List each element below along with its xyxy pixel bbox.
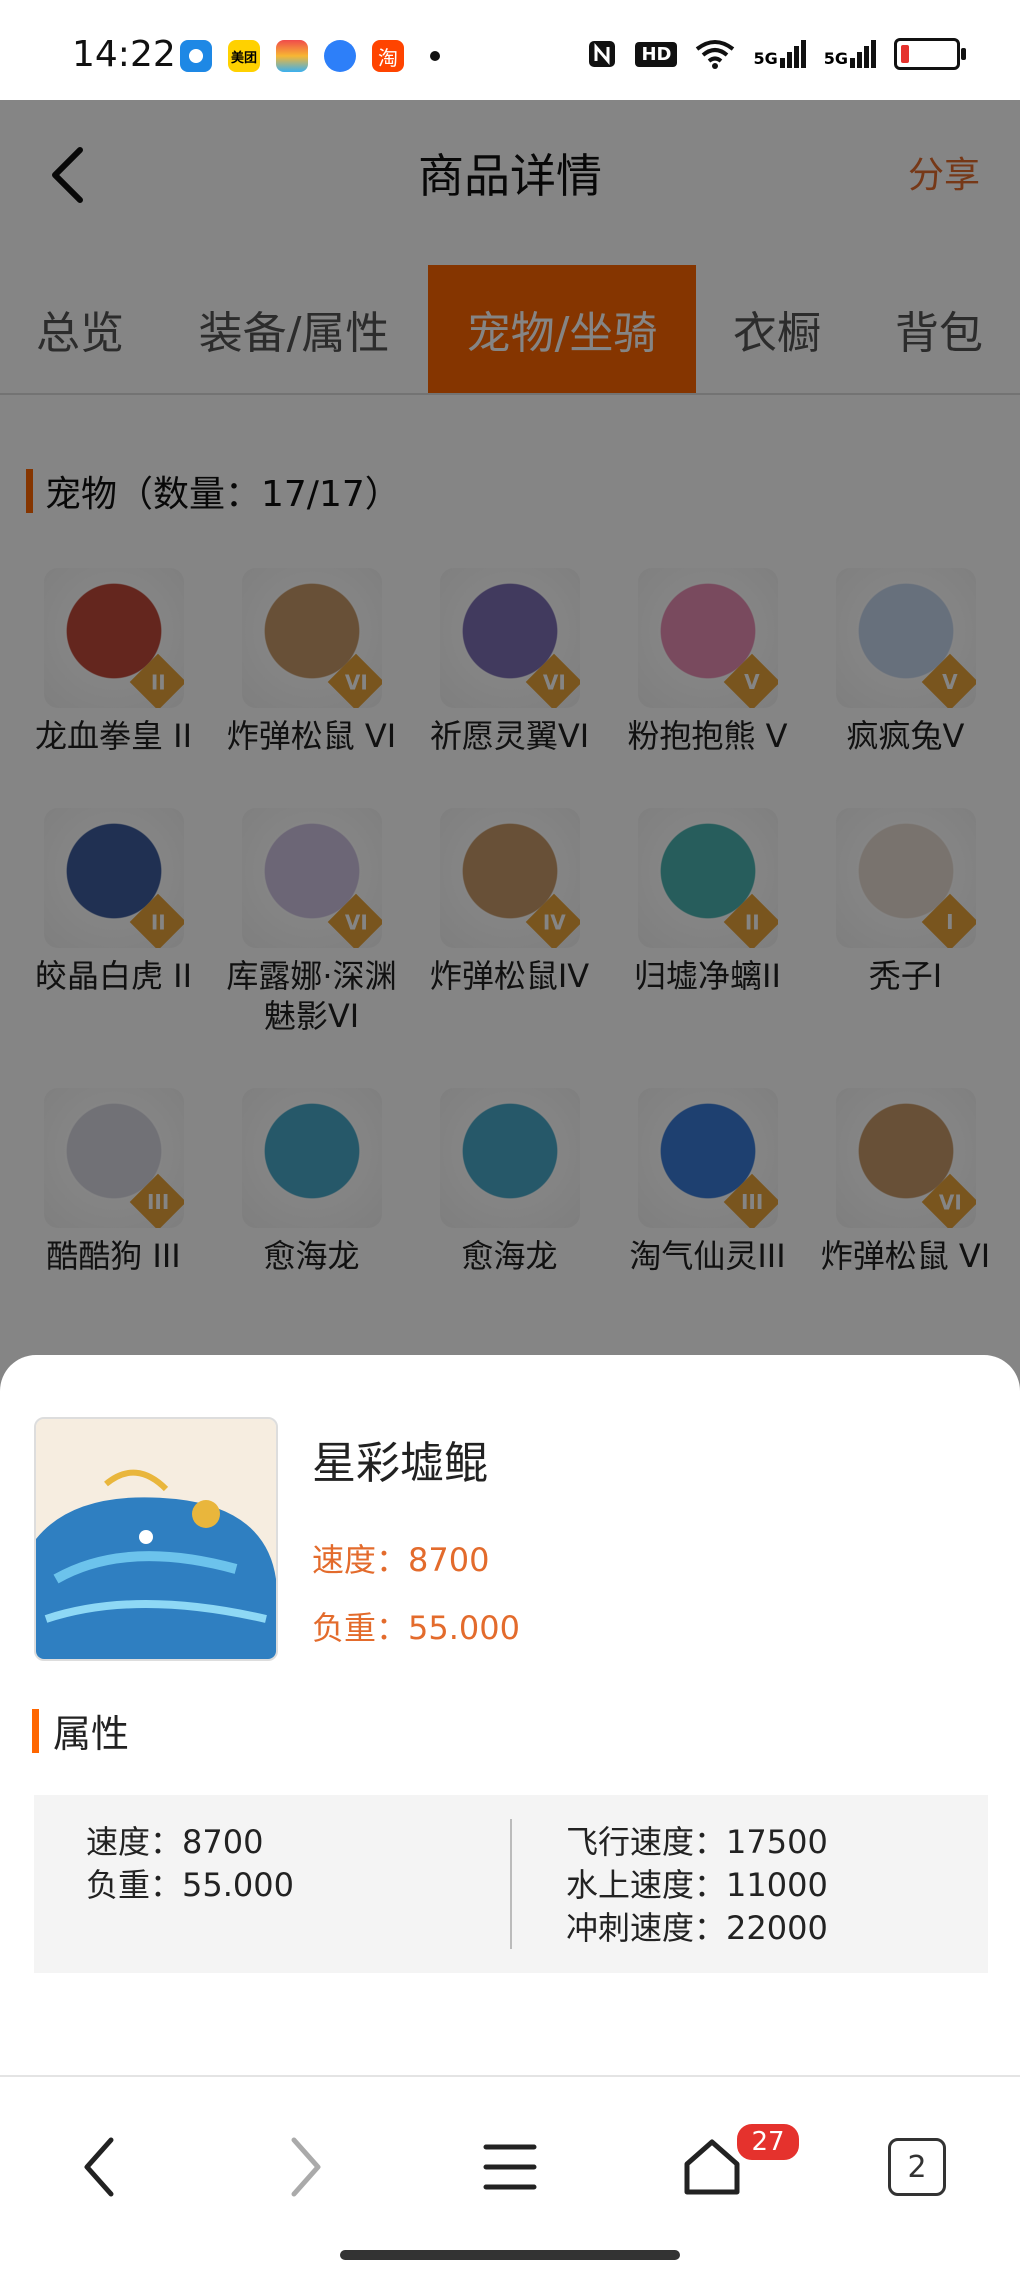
status-bar: 14:22 美团 淘 HD 5G 5G bbox=[0, 0, 1020, 100]
5g-signal-icon: 5G bbox=[753, 40, 806, 68]
pet-detail-load: 负重：55.000 bbox=[312, 1609, 520, 1647]
multicolor-app-icon bbox=[276, 40, 308, 72]
pet-detail-name: 星彩墟鲲 bbox=[312, 1438, 488, 1489]
tab-count: 2 bbox=[888, 2138, 946, 2196]
nav-home-button[interactable]: 27 bbox=[672, 2121, 802, 2207]
meituan-icon: 美团 bbox=[228, 40, 260, 72]
status-app-icons: 美团 淘 bbox=[180, 40, 440, 72]
attributes-left-column: 速度：8700 负重：55.000 bbox=[86, 1821, 294, 1907]
attributes-right-column: 飞行速度：17500 水上速度：11000 冲刺速度：22000 bbox=[566, 1821, 828, 1950]
pet-detail-image bbox=[34, 1417, 278, 1661]
menu-icon bbox=[483, 2144, 537, 2190]
attributes-divider bbox=[510, 1819, 512, 1949]
nfc-icon bbox=[589, 41, 616, 67]
status-time: 14:22 bbox=[72, 34, 176, 75]
attribute-row: 速度：8700 bbox=[86, 1823, 264, 1861]
attributes-box: 速度：8700 负重：55.000 飞行速度：17500 水上速度：11000 … bbox=[34, 1795, 988, 1973]
attribute-row: 飞行速度：17500 bbox=[566, 1823, 828, 1861]
notification-dot-icon bbox=[430, 51, 440, 61]
chevron-right-icon bbox=[291, 2137, 321, 2197]
attribute-row: 负重：55.000 bbox=[86, 1866, 294, 1904]
status-right-icons: HD 5G 5G bbox=[587, 38, 966, 70]
nav-forward-button[interactable] bbox=[265, 2127, 345, 2207]
chevron-left-icon bbox=[84, 2137, 114, 2197]
pet-detail-sheet: 星彩墟鲲 速度：8700 负重：55.000 属性 速度：8700 负重：55.… bbox=[0, 1355, 1020, 2075]
attribute-row: 冲刺速度：22000 bbox=[566, 1909, 828, 1947]
pet-detail-speed: 速度：8700 bbox=[312, 1541, 490, 1579]
attributes-header: 属性 bbox=[32, 1703, 129, 1758]
nav-menu-button[interactable] bbox=[470, 2127, 550, 2207]
nav-back-button[interactable] bbox=[60, 2127, 140, 2207]
battery-icon bbox=[894, 38, 966, 70]
section-accent-bar bbox=[32, 1708, 39, 1753]
nav-tabs-button[interactable]: 2 bbox=[877, 2127, 957, 2207]
home-badge: 27 bbox=[734, 2121, 802, 2163]
attribute-row: 水上速度：11000 bbox=[566, 1866, 828, 1904]
qq-browser-icon bbox=[180, 40, 212, 72]
hd-icon: HD bbox=[635, 41, 678, 67]
wifi-icon bbox=[696, 40, 735, 69]
home-indicator bbox=[340, 2250, 680, 2260]
5g-signal-icon: 5G bbox=[824, 40, 876, 68]
blue-app-icon bbox=[324, 40, 356, 72]
taobao-icon: 淘 bbox=[372, 40, 404, 72]
attributes-title: 属性 bbox=[53, 1712, 130, 1756]
